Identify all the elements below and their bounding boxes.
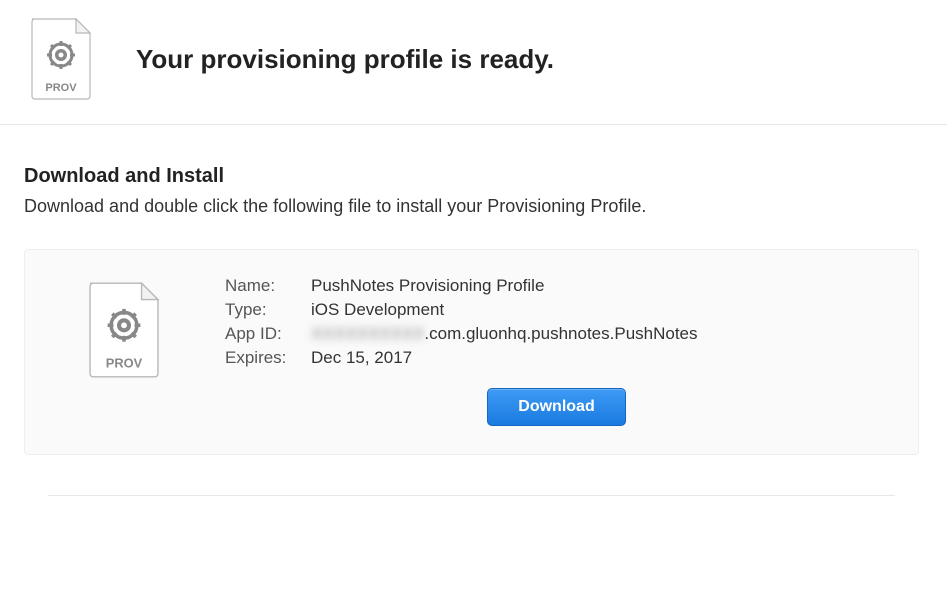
label-type: Type: [225, 300, 311, 320]
detail-row-name: Name: PushNotes Provisioning Profile [225, 276, 888, 296]
value-appid: XXXXXXXXXX.com.gluonhq.pushnotes.PushNot… [311, 324, 698, 344]
page-title: Your provisioning profile is ready. [136, 44, 554, 75]
label-name: Name: [225, 276, 311, 296]
prov-file-icon: PROV [85, 282, 185, 378]
download-button[interactable]: Download [487, 388, 625, 426]
detail-row-expires: Expires: Dec 15, 2017 [225, 348, 888, 368]
prov-file-icon: PROV [28, 18, 108, 100]
header-section: PROV Your provisioning profile is ready. [0, 0, 947, 125]
value-name: PushNotes Provisioning Profile [311, 276, 544, 296]
appid-hidden-prefix: XXXXXXXXXX [311, 324, 424, 344]
detail-row-appid: App ID: XXXXXXXXXX.com.gluonhq.pushnotes… [225, 324, 888, 344]
section-description: Download and double click the following … [24, 196, 919, 217]
section-title: Download and Install [24, 165, 919, 188]
value-type: iOS Development [311, 300, 444, 320]
detail-row-type: Type: iOS Development [225, 300, 888, 320]
download-section: Download and Install Download and double… [0, 125, 947, 496]
value-expires: Dec 15, 2017 [311, 348, 412, 368]
label-appid: App ID: [225, 324, 311, 344]
appid-suffix: .com.gluonhq.pushnotes.PushNotes [424, 324, 697, 343]
profile-details: Name: PushNotes Provisioning Profile Typ… [225, 276, 888, 426]
divider [48, 495, 895, 496]
profile-card: PROV Name: PushNotes Provisioning Profil… [24, 249, 919, 455]
prov-icon-label: PROV [106, 355, 143, 370]
prov-icon-label: PROV [45, 82, 77, 94]
button-row: Download [225, 388, 888, 426]
label-expires: Expires: [225, 348, 311, 368]
